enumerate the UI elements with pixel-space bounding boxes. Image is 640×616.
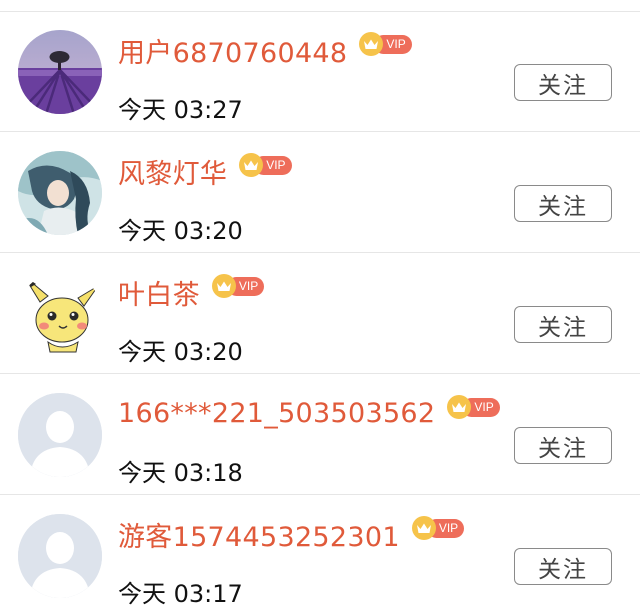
list-item[interactable]: 叶白茶 VIP 今天 03:20 关注: [0, 254, 640, 374]
follow-button[interactable]: 关注: [514, 64, 612, 101]
follow-button[interactable]: 关注: [514, 548, 612, 585]
follow-button[interactable]: 关注: [514, 306, 612, 343]
follow-button[interactable]: 关注: [514, 185, 612, 222]
vip-badge: VIP: [411, 516, 465, 540]
row-divider: [0, 131, 640, 132]
avatar[interactable]: [18, 30, 102, 114]
user-name[interactable]: 游客1574453252301: [118, 515, 400, 554]
row-divider: [0, 252, 640, 253]
row-divider: [0, 494, 640, 495]
user-name[interactable]: 用户6870760448: [118, 31, 347, 70]
timestamp: 今天 03:20: [118, 217, 243, 245]
list-item[interactable]: 用户6870760448 VIP 今天 03:27 关注: [0, 12, 640, 132]
anime-character-art: [18, 151, 102, 235]
vip-badge: VIP: [447, 395, 500, 419]
avatar[interactable]: [18, 272, 102, 356]
avatar[interactable]: [18, 514, 102, 598]
timestamp: 今天 03:20: [118, 338, 243, 366]
list-item[interactable]: 166***221_503503562 VIP 今天 03:18 关注: [0, 375, 640, 495]
lavender-field-photo: [18, 30, 102, 114]
list-item[interactable]: 游客1574453252301 VIP 今天 03:17 关注: [0, 496, 640, 616]
user-name[interactable]: 166***221_503503562: [118, 398, 435, 429]
user-name[interactable]: 叶白茶: [118, 273, 200, 312]
avatar[interactable]: [18, 151, 102, 235]
follow-button[interactable]: 关注: [514, 427, 612, 464]
pikachu-cartoon: [18, 272, 102, 356]
default-person-avatar: [18, 514, 102, 598]
crown-icon: [411, 516, 436, 540]
user-name[interactable]: 风黎灯华: [118, 152, 227, 191]
vip-badge: VIP: [211, 274, 265, 298]
vip-badge: VIP: [239, 153, 292, 177]
timestamp: 今天 03:27: [118, 96, 243, 124]
vip-badge: VIP: [359, 32, 412, 56]
list-item[interactable]: 风黎灯华 VIP 今天 03:20 关注: [0, 133, 640, 253]
timestamp: 今天 03:17: [118, 580, 243, 608]
crown-icon: [211, 274, 236, 298]
follower-list: 用户6870760448 VIP 今天 03:27 关注 风黎灯华 VIP 今天…: [0, 0, 640, 609]
timestamp: 今天 03:18: [118, 459, 243, 487]
avatar[interactable]: [18, 393, 102, 477]
row-divider: [0, 373, 640, 374]
default-person-avatar: [18, 393, 102, 477]
